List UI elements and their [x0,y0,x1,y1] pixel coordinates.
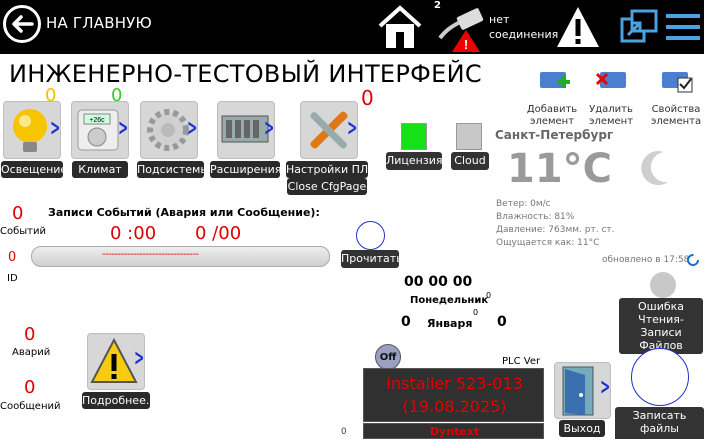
cloud-indicator [456,123,482,150]
warning-icon[interactable] [555,4,601,50]
event-id-value: 0 [8,250,17,265]
chevron-right-icon: > [134,346,145,371]
read-indicator [356,221,385,250]
off-toggle[interactable]: Off [375,344,401,370]
messages-label: Сообщений [0,401,61,412]
events-count: 0 [12,203,24,224]
subsystems-tile[interactable]: > [140,101,198,159]
event-ratio: 0 /00 [195,223,242,244]
tile-label-extensions[interactable]: Расширения [210,161,281,178]
close-cfgpage-button[interactable]: Close CfgPage [287,178,367,195]
network-status: нет соединения [489,12,558,42]
bottom-small-zero: 0 [341,427,347,437]
back-title[interactable]: НА ГЛАВНУЮ [46,14,152,32]
alarms-count: 0 [24,324,36,345]
moon-icon [641,151,668,186]
network-status-line2: соединения [489,28,559,41]
chevron-right-icon: > [600,375,611,400]
details-tile[interactable]: > [87,333,145,390]
home-icon[interactable] [376,4,424,50]
alarms-label: Аварий [12,347,51,358]
properties-element-icon[interactable] [660,68,694,94]
license-button[interactable]: Лицензия [386,152,442,170]
climate-tile[interactable]: +26c > [71,101,129,159]
clock-time: 00 00 00 [404,274,473,290]
event-text: ------------------------------- [102,249,199,260]
details-button[interactable]: Подробнее.. [82,392,153,409]
clock-day: 0 [401,314,411,330]
event-id-label: ID [7,273,18,284]
chevron-right-icon: > [347,116,358,141]
tile-label-climate[interactable]: Климат [72,161,128,178]
svg-text:!: ! [464,37,468,52]
installer-line1: Installer 523-013 [386,374,523,393]
delete-element-icon[interactable] [594,68,628,94]
tile-label-subsystems[interactable]: Подсистемы [137,161,209,178]
weather-humidity: Влажность: 81% [496,212,575,222]
event-time: 0 :00 [110,223,157,244]
events-heading: Записи Событий (Авария или Сообщение): [48,206,320,219]
chevron-right-icon: > [264,116,275,141]
clock-month-index: 0 [473,308,479,317]
read-button[interactable]: Прочитать [341,250,403,268]
tile-label-plc-settings[interactable]: Настройки ПЛК [286,161,376,178]
weather-feels-like: Ощущается как: 11°C [496,238,600,248]
events-count-label: Событий [0,226,46,237]
add-element-label[interactable]: Добавить элемент [522,104,582,128]
exit-tile[interactable]: > [554,362,611,419]
properties-element-label[interactable]: Свойства элемента [648,104,704,128]
weather-updated: обновлено в 17:58 [602,255,690,265]
plc-ver-label: PLC Ver [502,356,541,367]
messages-count: 0 [24,377,36,398]
chevron-right-icon: > [118,116,129,141]
weather-wind: Ветер: 0м/с [496,199,551,209]
cloud-button[interactable]: Cloud [451,152,489,170]
save-settings-indicator [631,348,689,406]
installer-panel: Installer 523-013 (19.08.2025) [363,368,544,422]
network-cable-icon[interactable]: ! [436,8,488,52]
delete-element-label[interactable]: Удалить элемент [584,104,638,128]
file-error-line1: Ошибка [637,300,685,313]
window-restore-icon[interactable] [620,9,658,43]
back-button[interactable] [3,5,41,43]
chevron-right-icon: > [50,116,61,141]
lighting-tile[interactable]: > [3,101,61,159]
weather-city: Санкт-Петербург [495,128,614,142]
chevron-right-icon: > [187,116,198,141]
svg-text:+26c: +26c [89,117,105,124]
plc-settings-count: 0 [361,86,374,110]
network-status-line1: нет [489,13,510,26]
add-element-icon[interactable] [538,68,572,94]
dyntext-panel: Dyntext [363,423,544,439]
save-settings-button[interactable]: Записать файлы настроек [615,407,704,439]
page-title: ИНЖЕНЕРНО-ТЕСТОВЫЙ ИНТЕРФЕЙС [9,60,482,88]
file-error-indicator [650,272,676,298]
menu-icon[interactable] [664,12,702,42]
file-error-button[interactable]: Ошибка Чтения-Записи Файлов [619,298,703,354]
weather-temperature: 11°C [507,146,613,192]
installer-line2: (19.08.2025) [402,397,507,416]
arrow-left-icon [12,15,34,33]
clock-year: 0 [497,314,507,330]
installer-line3: Dyntext [429,425,480,438]
exit-button[interactable]: Выход [559,420,605,437]
event-text-bar: ------------------------------- [31,246,330,267]
refresh-icon[interactable] [686,253,700,267]
license-indicator [401,123,427,150]
clock-weekday: Понедельник [410,295,489,306]
save-settings-line2: файлы настроек [633,422,687,439]
clock-month: Января [427,317,473,330]
weather-pressure: Давление: 763мм. рт. ст. [496,225,615,235]
file-error-line2: Чтения-Записи [638,313,684,339]
extensions-tile[interactable]: > [217,101,275,159]
tile-label-lighting[interactable]: Освещение [1,161,67,178]
save-settings-line1: Записать [632,409,687,422]
plc-settings-tile[interactable]: > [300,101,358,159]
